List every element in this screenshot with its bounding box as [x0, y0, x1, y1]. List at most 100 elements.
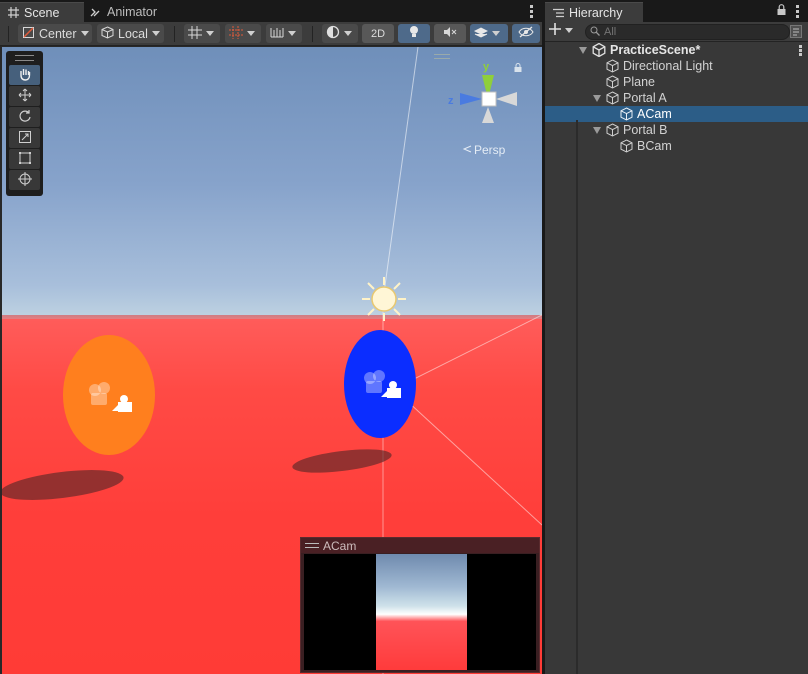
camera-preview-screen	[304, 554, 536, 670]
hierarchy-search[interactable]	[585, 24, 790, 40]
hierarchy-item-practicescene[interactable]: PracticeScene*	[545, 42, 808, 58]
chevron-down-icon	[344, 31, 352, 36]
tab-animator-label: Animator	[107, 5, 158, 19]
effects-layers-icon	[473, 26, 489, 42]
grid-toggle-icon	[188, 25, 202, 42]
portal-a[interactable]	[63, 335, 155, 455]
scene-visibility-toggle[interactable]	[512, 24, 540, 43]
rotate-tool-button[interactable]	[9, 107, 40, 127]
tool-palette-grip[interactable]	[15, 55, 34, 61]
gizmo-y-label: y	[483, 61, 490, 73]
gameobject-cube-icon	[620, 139, 633, 156]
transform-tool-button[interactable]	[9, 170, 40, 190]
search-icon	[590, 26, 600, 39]
hierarchy-item-portal-b[interactable]: Portal B	[545, 122, 808, 138]
camera-preview-title-bar[interactable]: ACam	[301, 538, 539, 553]
rotate-icon	[18, 109, 32, 126]
hierarchy-item-bcam[interactable]: BCam	[545, 138, 808, 154]
tab-hierarchy[interactable]: Hierarchy	[545, 2, 643, 22]
scene-options-icon[interactable]	[799, 45, 802, 57]
grid-icon	[8, 7, 19, 18]
scale-tool-button[interactable]	[9, 128, 40, 148]
scene-viewport[interactable]: y z Persp ACam	[2, 47, 542, 674]
hierarchy-item-label: ACam	[637, 107, 672, 121]
pivot-center-icon	[22, 26, 35, 42]
camera-preview-window[interactable]: ACam	[300, 537, 540, 673]
scene-panel: Scene Animator Center Local 2D y z Persp…	[0, 0, 542, 674]
hierarchy-item-acam[interactable]: ACam	[545, 106, 808, 122]
hierarchy-panel: Hierarchy PracticeSce	[544, 0, 808, 674]
hierarchy-list-icon	[553, 8, 564, 18]
scene-panel-menu-icon[interactable]	[530, 5, 533, 20]
tab-hierarchy-label: Hierarchy	[569, 5, 623, 20]
hierarchy-item-plane[interactable]: Plane	[545, 74, 808, 90]
light-direction-line	[382, 47, 419, 301]
transform-icon	[17, 171, 32, 189]
chevron-down-icon	[288, 31, 296, 36]
lightbulb-icon	[408, 25, 420, 42]
hierarchy-item-label: Portal B	[623, 123, 668, 137]
local-cube-icon	[101, 25, 114, 42]
gizmo-grip[interactable]	[434, 54, 450, 59]
hierarchy-item-portal-a[interactable]: Portal A	[545, 90, 808, 106]
hand-tool-button[interactable]	[9, 65, 40, 85]
expand-arrow-icon[interactable]	[593, 127, 601, 134]
mode-2d-label: 2D	[370, 27, 386, 40]
toolbar-divider	[312, 26, 313, 42]
space-label: Local	[118, 26, 148, 41]
space-dropdown[interactable]: Local	[97, 24, 164, 43]
hierarchy-item-label: Portal A	[623, 91, 667, 105]
hierarchy-item-directional-light[interactable]: Directional Light	[545, 58, 808, 74]
camera-frustum-line	[393, 388, 542, 526]
gizmo-z-label: z	[448, 95, 454, 107]
increment-snap-dropdown[interactable]	[266, 24, 302, 43]
move-tool-button[interactable]	[9, 86, 40, 106]
hierarchy-tree: PracticeScene* Directional Light Plane P…	[545, 42, 808, 154]
hierarchy-gutter-divider	[576, 120, 578, 674]
projection-toggle[interactable]: Persp	[462, 143, 505, 157]
tab-animator[interactable]: Animator	[82, 2, 165, 22]
expand-arrow-icon[interactable]	[593, 95, 601, 102]
hand-icon	[18, 67, 32, 84]
pivot-label: Center	[39, 26, 77, 41]
speaker-muted-icon	[443, 26, 457, 41]
rect-tool-button[interactable]	[9, 149, 40, 169]
chevron-down-icon	[206, 31, 214, 36]
lock-icon[interactable]	[777, 4, 786, 18]
scene-toolbar: Center Local 2D	[0, 22, 542, 46]
search-filter-icon[interactable]	[790, 25, 802, 41]
effects-dropdown[interactable]	[470, 24, 508, 43]
tab-scene[interactable]: Scene	[0, 2, 84, 22]
plus-icon	[549, 23, 561, 38]
hierarchy-item-label: Directional Light	[623, 59, 713, 73]
hierarchy-toolbar	[545, 22, 808, 42]
hierarchy-tabbar: Hierarchy	[545, 0, 808, 22]
tool-palette	[6, 51, 43, 196]
grid-visibility-dropdown[interactable]	[184, 24, 220, 43]
hierarchy-menu-icon[interactable]	[796, 5, 799, 20]
chevron-down-icon	[247, 31, 255, 36]
eye-slash-icon	[518, 26, 534, 41]
expand-arrow-icon[interactable]	[579, 47, 587, 54]
pivot-dropdown[interactable]: Center	[18, 24, 92, 43]
audio-toggle[interactable]	[434, 24, 466, 43]
grid-snapping-dropdown[interactable]	[225, 24, 261, 43]
hierarchy-item-label: Plane	[623, 75, 655, 89]
hierarchy-search-input[interactable]	[604, 26, 754, 38]
orientation-gizmo[interactable]: y z	[442, 61, 522, 141]
shaded-sphere-icon	[326, 25, 340, 42]
projection-label: Persp	[474, 143, 506, 157]
mode-2d-button[interactable]: 2D	[362, 24, 394, 43]
directional-light-gizmo-icon	[362, 277, 406, 321]
chevron-down-icon	[565, 28, 573, 33]
camera-preview-title: ACam	[323, 538, 357, 553]
create-dropdown[interactable]	[549, 23, 573, 38]
hierarchy-item-label: BCam	[637, 139, 672, 153]
animator-icon	[90, 7, 102, 17]
chevron-down-icon	[80, 31, 89, 36]
draw-mode-dropdown[interactable]	[322, 24, 358, 43]
chevron-left-icon	[462, 143, 472, 157]
portal-b-shadow	[292, 449, 392, 473]
rect-transform-icon	[18, 151, 32, 168]
lighting-toggle[interactable]	[398, 24, 430, 43]
